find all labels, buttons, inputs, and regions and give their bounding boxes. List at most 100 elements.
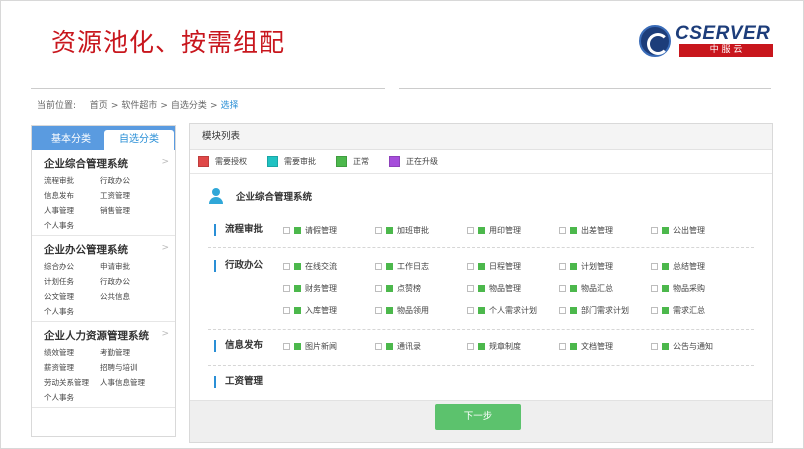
module-option[interactable]: 加班审批 — [375, 224, 467, 236]
sidebar-group-title[interactable]: 企业综合管理系统 > — [44, 156, 169, 171]
module-checkbox[interactable] — [651, 262, 658, 270]
sidebar-item[interactable]: 行政办公 — [100, 276, 156, 287]
sidebar-item[interactable]: 考勤管理 — [100, 347, 156, 358]
module-option[interactable]: 公告与通知 — [651, 340, 743, 352]
sidebar-item[interactable]: 劳动关系管理 — [44, 377, 100, 388]
module-option[interactable]: 总结管理 — [651, 260, 743, 272]
module-option[interactable]: 物品采购 — [651, 282, 743, 294]
module-checkbox[interactable] — [559, 306, 566, 314]
sidebar-group-label: 企业综合管理系统 — [44, 158, 128, 170]
status-indicator — [386, 262, 393, 270]
sidebar-groups: 企业综合管理系统 > 流程审批 行政办公 信息发布 工资管理 人事管理 销售管理 个人事务 企业办… — [32, 150, 175, 408]
module-option[interactable]: 工作日志 — [375, 260, 467, 272]
module-checkbox[interactable] — [467, 306, 474, 314]
module-option[interactable]: 物品汇总 — [559, 282, 651, 294]
module-checkbox[interactable] — [559, 284, 566, 292]
module-checkbox[interactable] — [467, 226, 474, 234]
module-checkbox[interactable] — [467, 342, 474, 350]
module-checkbox[interactable] — [283, 284, 290, 292]
status-indicator — [570, 342, 577, 350]
next-step-button[interactable]: 下一步 — [435, 404, 521, 430]
system-title-label: 企业综合管理系统 — [236, 192, 313, 203]
module-option[interactable]: 点赞榜 — [375, 282, 467, 294]
sidebar-item[interactable]: 流程审批 — [44, 175, 100, 186]
module-label: 物品汇总 — [581, 283, 613, 293]
sidebar-item[interactable]: 计划任务 — [44, 276, 100, 287]
module-option[interactable]: 公出管理 — [651, 224, 743, 236]
module-option[interactable]: 规章制度 — [467, 340, 559, 352]
module-option[interactable]: 需求汇总 — [651, 304, 743, 316]
sidebar-item[interactable]: 工资管理 — [100, 190, 156, 201]
module-checkbox[interactable] — [467, 284, 474, 292]
tab-basic-category[interactable]: 基本分类 — [36, 130, 106, 150]
module-label: 物品领用 — [397, 305, 429, 315]
user-icon — [208, 188, 224, 204]
module-label: 入库管理 — [305, 305, 337, 315]
chevron-right-icon: > — [161, 243, 169, 253]
module-option[interactable]: 图片新闻 — [283, 340, 375, 352]
module-option[interactable]: 用印管理 — [467, 224, 559, 236]
module-checkbox[interactable] — [283, 342, 290, 350]
sidebar-item[interactable]: 行政办公 — [100, 175, 156, 186]
module-option[interactable]: 文档管理 — [559, 340, 651, 352]
legend-swatch — [389, 156, 400, 167]
module-option[interactable]: 请假管理 — [283, 224, 375, 236]
sidebar-item[interactable]: 人事管理 — [44, 205, 100, 216]
sidebar-item[interactable]: 个人事务 — [44, 306, 100, 317]
sidebar-group-label: 企业办公管理系统 — [44, 244, 128, 256]
module-checkbox[interactable] — [375, 306, 382, 314]
module-option[interactable]: 财务管理 — [283, 282, 375, 294]
module-checkbox[interactable] — [651, 306, 658, 314]
module-checkbox[interactable] — [375, 284, 382, 292]
module-checkbox[interactable] — [283, 226, 290, 234]
module-checkbox[interactable] — [559, 226, 566, 234]
sidebar-item[interactable]: 招聘与培训 — [100, 362, 156, 373]
breadcrumb-custom-category[interactable]: 自选分类 — [171, 101, 207, 111]
module-option[interactable]: 通讯录 — [375, 340, 467, 352]
status-indicator — [478, 306, 485, 314]
module-option[interactable]: 部门需求计划 — [559, 304, 651, 316]
module-option[interactable]: 日程管理 — [467, 260, 559, 272]
module-checkbox[interactable] — [283, 262, 290, 270]
module-checkbox[interactable] — [375, 262, 382, 270]
sidebar-group-title[interactable]: 企业办公管理系统 > — [44, 242, 169, 257]
status-indicator — [662, 284, 669, 292]
module-option[interactable]: 物品管理 — [467, 282, 559, 294]
sidebar-item[interactable]: 综合办公 — [44, 261, 100, 272]
module-checkbox[interactable] — [283, 306, 290, 314]
category-divider — [208, 247, 754, 248]
module-label: 用印管理 — [489, 225, 521, 235]
sidebar-item[interactable]: 公文管理 — [44, 291, 100, 302]
sidebar-item[interactable]: 信息发布 — [44, 190, 100, 201]
sidebar-item[interactable]: 销售管理 — [100, 205, 156, 216]
module-checkbox[interactable] — [375, 226, 382, 234]
module-checkbox[interactable] — [559, 342, 566, 350]
module-option[interactable]: 出差管理 — [559, 224, 651, 236]
sidebar-item[interactable]: 个人事务 — [44, 392, 100, 403]
sidebar-group-title[interactable]: 企业人力资源管理系统 > — [44, 328, 169, 343]
status-indicator — [662, 306, 669, 314]
module-checkbox[interactable] — [651, 342, 658, 350]
sidebar-group-label: 企业人力资源管理系统 — [44, 330, 149, 342]
tab-custom-category[interactable]: 自选分类 — [104, 130, 174, 150]
module-option[interactable]: 计划管理 — [559, 260, 651, 272]
module-checkbox[interactable] — [467, 262, 474, 270]
module-option[interactable]: 个人需求计划 — [467, 304, 559, 316]
sidebar-item[interactable]: 个人事务 — [44, 220, 100, 231]
sidebar-item[interactable]: 人事信息管理 — [100, 377, 156, 388]
logo-name: CSERVER — [675, 23, 771, 44]
module-option[interactable]: 入库管理 — [283, 304, 375, 316]
module-option[interactable]: 在线交流 — [283, 260, 375, 272]
sidebar-item[interactable]: 绩效管理 — [44, 347, 100, 358]
sidebar-item[interactable]: 公共信息 — [100, 291, 156, 302]
breadcrumb-software-market[interactable]: 软件超市 — [121, 101, 157, 111]
module-checkbox[interactable] — [559, 262, 566, 270]
breadcrumb-home[interactable]: 首页 — [90, 101, 108, 111]
module-checkbox[interactable] — [651, 226, 658, 234]
module-checkbox[interactable] — [651, 284, 658, 292]
module-label: 在线交流 — [305, 261, 337, 271]
sidebar-item[interactable]: 申请审批 — [100, 261, 156, 272]
module-option[interactable]: 物品领用 — [375, 304, 467, 316]
sidebar-item[interactable]: 薪资管理 — [44, 362, 100, 373]
module-checkbox[interactable] — [375, 342, 382, 350]
